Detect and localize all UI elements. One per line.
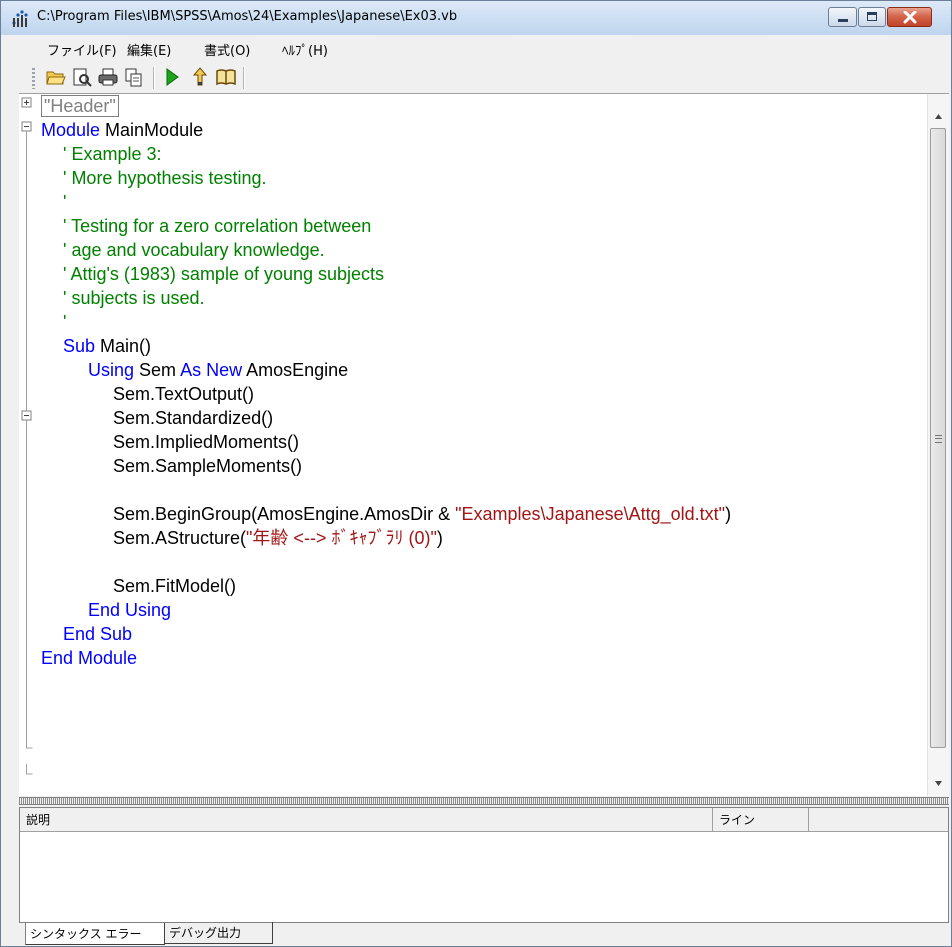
- print-icon[interactable]: [97, 66, 119, 88]
- code-token: "Examples\Japanese\Attg_old.txt": [455, 504, 726, 524]
- error-list-panel[interactable]: 説明 ライン: [19, 807, 949, 923]
- toolbar-grip[interactable]: [32, 68, 35, 89]
- code-token: MainModule: [105, 120, 204, 140]
- code-line[interactable]: Sem.SampleMoments(): [113, 454, 302, 478]
- pane-splitter[interactable]: [19, 797, 949, 805]
- code-token: Sem.FitModel(): [113, 576, 237, 596]
- outline-markers: [21, 97, 33, 775]
- code-line[interactable]: Sem.TextOutput(): [113, 382, 254, 406]
- code-token: ': [63, 312, 67, 332]
- run-icon[interactable]: [161, 66, 183, 88]
- toolbar-separator: [243, 67, 245, 89]
- minimize-icon: [838, 19, 848, 22]
- tab-syntax-errors[interactable]: シンタックス エラー: [25, 923, 165, 945]
- scroll-up-arrow-icon[interactable]: [928, 106, 949, 126]
- code-token: "年齢 <--> ﾎﾞｷｬﾌﾞﾗﾘ (0)": [246, 528, 437, 548]
- code-line[interactable]: Sem.ImpliedMoments(): [113, 430, 299, 454]
- code-line[interactable]: ': [63, 190, 66, 214]
- scroll-down-arrow-icon[interactable]: [928, 774, 949, 794]
- code-token: ): [725, 504, 732, 524]
- code-token: ' subjects is used.: [63, 288, 205, 308]
- menu-edit[interactable]: 編集(E): [127, 40, 171, 59]
- code-editor[interactable]: "Header" Module MainModule ' Example 3: ' …: [19, 93, 949, 796]
- code-token: Sem.AStructure(: [113, 528, 247, 548]
- outline-gutter: [19, 94, 41, 796]
- code-line[interactable]: End Sub: [63, 622, 132, 646]
- vertical-scrollbar[interactable]: [927, 94, 949, 796]
- close-icon: [903, 11, 917, 24]
- output-tabs: シンタックス エラー デバッグ出力: [19, 922, 949, 946]
- code-line[interactable]: ' Attig's (1983) sample of young subject…: [63, 262, 384, 286]
- code-token: Sem.SampleMoments(): [113, 456, 303, 476]
- code-line[interactable]: ' subjects is used.: [63, 286, 205, 310]
- code-line[interactable]: ': [63, 310, 66, 334]
- code-token: As New: [180, 360, 247, 380]
- step-icon[interactable]: [189, 66, 211, 88]
- scroll-thumb[interactable]: [930, 128, 946, 748]
- code-token: Sem: [139, 360, 181, 380]
- code-line[interactable]: Using Sem As New AmosEngine: [88, 358, 348, 382]
- code-token: ' age and vocabulary knowledge.: [63, 240, 325, 260]
- column-header-line[interactable]: ライン: [713, 808, 809, 832]
- code-line[interactable]: End Using: [88, 598, 171, 622]
- code-token: ): [436, 528, 443, 548]
- minimize-button[interactable]: [828, 7, 857, 27]
- code-token: ' Example 3:: [63, 144, 162, 164]
- code-token: End Sub: [63, 624, 133, 644]
- print-preview-icon[interactable]: [71, 66, 93, 88]
- code-line[interactable]: Sem.AStructure("年齢 <--> ﾎﾞｷｬﾌﾞﾗﾘ (0)"): [113, 526, 443, 550]
- code-token: End Using: [88, 600, 172, 620]
- code-line[interactable]: Sub Main(): [63, 334, 151, 358]
- maximize-button[interactable]: [858, 7, 886, 27]
- code-line[interactable]: ' age and vocabulary knowledge.: [63, 238, 325, 262]
- copy-icon[interactable]: [123, 66, 145, 88]
- code-token: ' More hypothesis testing.: [63, 168, 267, 188]
- code-area[interactable]: "Header" Module MainModule ' Example 3: ' …: [41, 94, 926, 796]
- grip-icon: [935, 435, 942, 443]
- maximize-icon: [867, 12, 877, 21]
- amos-editor-window: C:\Program Files\IBM\SPSS\Amos\24\Exampl…: [0, 0, 952, 947]
- menu-format[interactable]: 書式(O): [204, 40, 250, 59]
- code-line[interactable]: Module MainModule: [41, 118, 203, 142]
- code-line[interactable]: ' More hypothesis testing.: [63, 166, 267, 190]
- code-line[interactable]: Sem.FitModel(): [113, 574, 236, 598]
- column-header-description[interactable]: 説明: [20, 808, 713, 832]
- code-token: ' Attig's (1983) sample of young subject…: [63, 264, 385, 284]
- tab-debug-output[interactable]: デバッグ出力: [165, 922, 273, 944]
- code-line[interactable]: ' Example 3:: [63, 142, 161, 166]
- code-token: Main(): [100, 336, 152, 356]
- menu-bar: ファイル(F) 編集(E) 書式(O) ﾍﾙﾌﾟ(H): [1, 35, 951, 62]
- column-header-empty[interactable]: [809, 808, 948, 832]
- close-button[interactable]: [887, 7, 932, 27]
- code-token: Sem.ImpliedMoments(): [113, 432, 300, 452]
- title-bar[interactable]: C:\Program Files\IBM\SPSS\Amos\24\Exampl…: [1, 1, 951, 35]
- code-token: Module: [41, 120, 106, 140]
- code-token: Sub: [63, 336, 101, 356]
- toolbar: [1, 62, 951, 93]
- code-token: ': [63, 192, 67, 212]
- code-line[interactable]: ' Testing for a zero correlation between: [63, 214, 371, 238]
- code-token: AmosEngine: [246, 360, 349, 380]
- code-token: End Module: [41, 648, 138, 668]
- code-line[interactable]: End Module: [41, 646, 137, 670]
- code-line[interactable]: Sem.BeginGroup(AmosEngine.AmosDir & "Exa…: [113, 502, 731, 526]
- amos-app-icon: [12, 10, 28, 27]
- code-token: Sem.Standardized(): [113, 408, 274, 428]
- code-line[interactable]: Sem.Standardized(): [113, 406, 273, 430]
- menu-file[interactable]: ファイル(F): [47, 40, 117, 59]
- open-folder-icon[interactable]: [45, 66, 67, 88]
- collapsed-region-header[interactable]: "Header": [41, 95, 119, 117]
- code-token: Sem.TextOutput(): [113, 384, 255, 404]
- menu-help[interactable]: ﾍﾙﾌﾟ(H): [282, 40, 328, 59]
- book-icon[interactable]: [215, 66, 237, 88]
- window-title: C:\Program Files\IBM\SPSS\Amos\24\Exampl…: [37, 9, 458, 24]
- toolbar-separator: [153, 67, 155, 89]
- code-token: Sem.BeginGroup(AmosEngine.AmosDir &: [113, 504, 456, 524]
- code-token: Using: [88, 360, 140, 380]
- code-token: ' Testing for a zero correlation between: [63, 216, 372, 236]
